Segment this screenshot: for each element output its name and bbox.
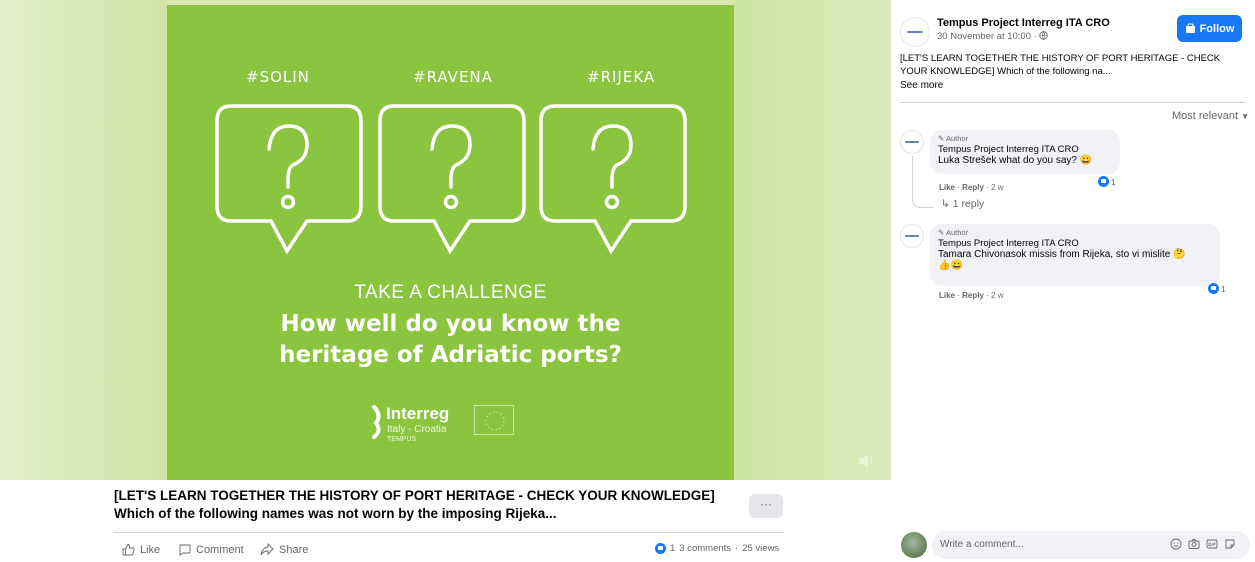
panel-caption: [LET'S LEARN TOGETHER THE HISTORY OF POR… (900, 53, 1221, 77)
sticker-icon[interactable] (1224, 538, 1236, 550)
video-blur-right (734, 0, 891, 480)
like-reaction-icon (1098, 176, 1109, 187)
follow-label: Follow (1199, 22, 1235, 35)
share-label: Share (279, 543, 309, 556)
reaction-count: 1 (670, 543, 676, 554)
video-poster: #SOLIN #RAVENA #RIJEKA TAKE A CHALLENGE (167, 5, 734, 480)
comment-text: Luka Strešek what do you say? 😀 (938, 155, 1093, 166)
interreg-mark-icon (372, 405, 381, 439)
author-tag: ✎ Author (938, 228, 1212, 237)
comment-age: 2 w (991, 183, 1004, 192)
comment-author-name[interactable]: Tempus Project Interreg ITA CRO (938, 144, 1112, 155)
comment-text-emoji: 👍😀 (938, 260, 963, 271)
page-avatar[interactable] (900, 17, 930, 47)
like-label: Like (140, 543, 161, 556)
author-tag-label: Author (945, 228, 969, 237)
post-action-bar: Like Comment Share 1 3 comments · 25 vie… (114, 540, 784, 560)
views-count: 25 views (742, 543, 780, 554)
post-caption: [LET'S LEARN TOGETHER THE HISTORY OF POR… (114, 488, 715, 521)
author-tag-label: Author (945, 134, 969, 143)
like-reaction-icon (1208, 283, 1219, 294)
comment-like-button[interactable]: Like (939, 291, 955, 300)
pencil-icon: ✎ (938, 228, 945, 237)
video-player[interactable]: #SOLIN #RAVENA #RIJEKA TAKE A CHALLENGE (0, 0, 891, 480)
comment-composer[interactable]: Write a comment... (932, 531, 1250, 559)
page-follow-icon (1185, 23, 1195, 33)
comment-icon (179, 544, 191, 556)
logo-name: Interreg (386, 404, 450, 423)
comment-author-name[interactable]: Tempus Project Interreg ITA CRO (938, 238, 1212, 249)
share-button[interactable]: Share (260, 543, 308, 556)
commenter-avatar[interactable] (900, 224, 924, 248)
comment-button[interactable]: Comment (178, 543, 244, 556)
user-avatar[interactable] (901, 532, 927, 558)
reaction-summary[interactable]: 1 3 comments · 25 views (655, 543, 779, 554)
separator-dot: · (735, 543, 739, 554)
caret-down-icon: ▼ (1241, 112, 1249, 121)
commenter-avatar[interactable] (900, 130, 924, 154)
comment-text: Tamara Chivonasok missis from Rijeka, st… (938, 249, 1186, 260)
post-timestamp: 30 November at 10:00 · (937, 31, 1037, 42)
camera-icon[interactable] (1188, 538, 1200, 550)
comment-bubble: ✎ Author Tempus Project Interreg ITA CRO… (930, 130, 1120, 174)
question-bubble-icon (378, 104, 526, 255)
question-bubble-icon (215, 104, 363, 255)
divider (900, 102, 1245, 103)
comment-label: Comment (196, 543, 244, 556)
logo-project: TEMPUS (387, 436, 417, 443)
see-more-link[interactable]: See more (900, 80, 943, 91)
volume-icon[interactable] (857, 452, 877, 470)
pencil-icon: ✎ (938, 134, 945, 143)
video-blur-left (0, 0, 167, 480)
comment-bubble: ✎ Author Tempus Project Interreg ITA CRO… (930, 224, 1220, 286)
comment-reaction-count: 1 (1221, 283, 1226, 294)
like-reaction-icon (655, 543, 666, 554)
eu-flag-icon (474, 405, 514, 435)
hashtag-ravena: #RAVENA (413, 68, 493, 86)
hashtag-rijeka: #RIJEKA (587, 68, 656, 86)
challenge-subtitle: TAKE A CHALLENGE (354, 282, 547, 303)
follow-button[interactable]: Follow (1177, 15, 1242, 42)
question-bubble-icon (539, 104, 687, 255)
interreg-logo: Interreg Italy - Croatia TEMPUS (372, 400, 522, 458)
logo-region: Italy - Croatia (387, 424, 447, 435)
challenge-title: How well do you know the heritage of Adr… (167, 309, 734, 371)
thumbs-up-icon (122, 544, 135, 556)
challenge-title-line: How well do you know the (280, 311, 621, 337)
comment-age: 2 w (991, 291, 1004, 300)
challenge-title-line: heritage of Adriatic ports? (279, 342, 622, 368)
comment-reaction[interactable]: 1 (1096, 176, 1118, 187)
post-time[interactable]: 30 November at 10:00 · (937, 31, 1049, 42)
comment-sort-dropdown[interactable]: Most relevant ▼ (1172, 110, 1249, 122)
globe-icon (1039, 31, 1049, 40)
comment-reply-button[interactable]: Reply (962, 291, 984, 300)
share-icon (260, 543, 274, 556)
gif-icon[interactable] (1206, 538, 1218, 550)
comment-like-button[interactable]: Like (939, 183, 955, 192)
emoji-icon[interactable] (1170, 538, 1182, 550)
comment-actions: Like · Reply · 2 w (939, 291, 1004, 300)
like-button[interactable]: Like (122, 543, 160, 556)
page-name[interactable]: Tempus Project Interreg ITA CRO (937, 17, 1110, 29)
sort-label: Most relevant (1171, 110, 1239, 122)
comment-actions: Like · Reply · 2 w (939, 183, 1004, 192)
divider (114, 532, 784, 533)
hashtag-solin: #SOLIN (246, 68, 310, 86)
comment-input[interactable]: Write a comment... (940, 539, 1024, 550)
author-tag: ✎ Author (938, 134, 1112, 143)
comment-reaction-count: 1 (1111, 176, 1116, 187)
view-replies-button[interactable]: ↳ 1 reply (941, 198, 984, 210)
post-side-panel: Tempus Project Interreg ITA CRO 30 Novem… (891, 0, 1255, 562)
comments-count[interactable]: 3 comments (679, 543, 731, 554)
comment-reply-button[interactable]: Reply (962, 183, 984, 192)
more-options-button[interactable]: ··· (749, 494, 783, 518)
comment-reaction[interactable]: 1 (1206, 283, 1228, 294)
